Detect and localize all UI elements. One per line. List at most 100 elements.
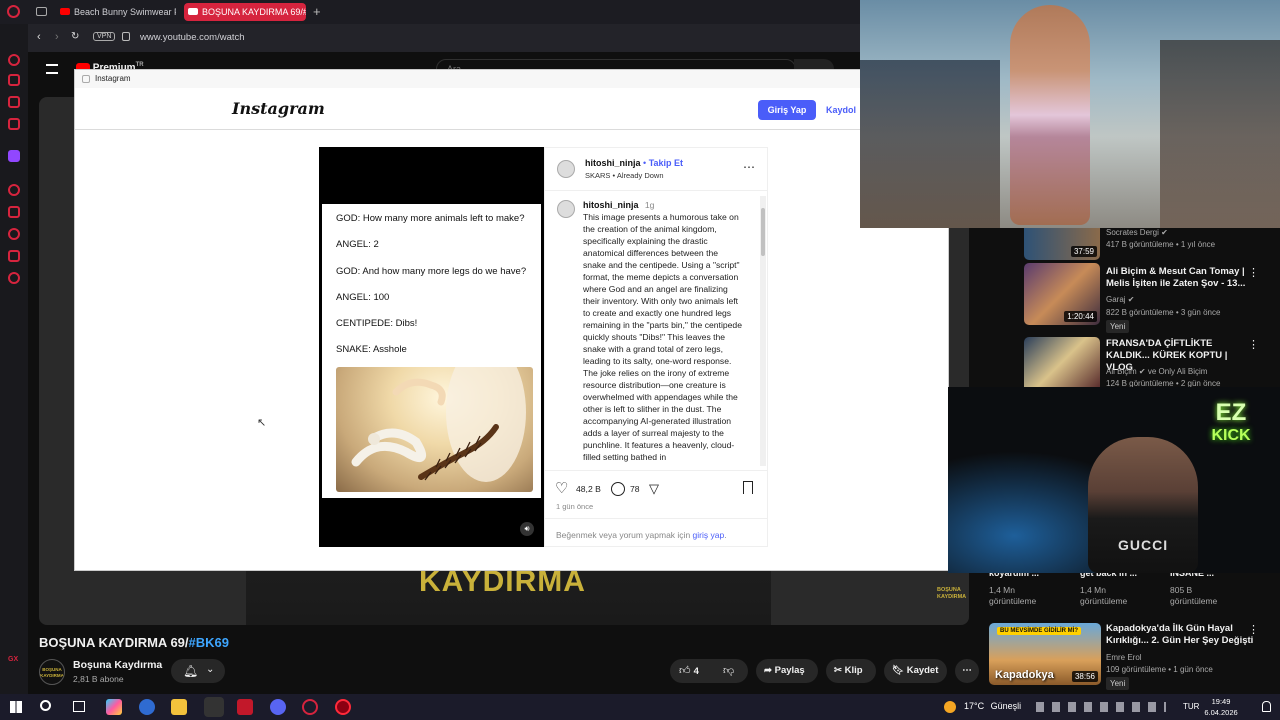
suggestion-channel[interactable]: Ali Biçim ✔ ve Only Ali Biçim bbox=[1106, 366, 1256, 377]
channel-name: Ali Biçim bbox=[1106, 367, 1137, 376]
suggestion-title[interactable]: Ali Biçim & Mesut Can Tomay | Melis İşit… bbox=[1106, 266, 1256, 290]
sidebar-history-icon[interactable] bbox=[8, 206, 20, 218]
channel-name[interactable]: Boşuna Kaydırma bbox=[73, 659, 162, 671]
runway-camera-overlay bbox=[860, 0, 1280, 228]
tab-bosuna-kaydirma[interactable]: BOŞUNA KAYDIRMA 69/# bbox=[184, 3, 306, 21]
sidebar-instagram-icon[interactable] bbox=[8, 118, 20, 130]
url-field[interactable]: www.youtube.com/watch bbox=[140, 32, 245, 43]
tray-icons[interactable] bbox=[1036, 702, 1166, 712]
sidebar-clock-icon[interactable] bbox=[8, 228, 20, 240]
suggestion-channel[interactable]: Socrates Dergi ✔ bbox=[1106, 227, 1256, 238]
dislike-button[interactable]: 👎︎ bbox=[723, 664, 734, 677]
suggestion-channel[interactable]: Emre Erol bbox=[1106, 652, 1256, 663]
suggestion-thumbnail[interactable]: 37:59 bbox=[1024, 226, 1100, 260]
new-badge: Yeni bbox=[1106, 677, 1256, 690]
discord-icon[interactable] bbox=[270, 699, 286, 715]
bookmark-icon[interactable] bbox=[743, 481, 753, 494]
save-button[interactable]: 🔖︎ Kaydet bbox=[884, 659, 947, 683]
vpn-badge[interactable]: VPN bbox=[93, 32, 116, 41]
ez-kick-badge: EZ KICK bbox=[1196, 399, 1266, 469]
short-view-label: görüntüleme bbox=[1080, 596, 1128, 606]
weather-icon bbox=[944, 701, 956, 713]
opera-taskbar-icon[interactable] bbox=[302, 699, 318, 715]
more-options-icon[interactable]: ⋮ bbox=[1248, 623, 1259, 636]
video-editor-icon[interactable] bbox=[237, 699, 253, 715]
forward-icon[interactable]: › bbox=[55, 31, 59, 43]
caption-author[interactable]: hitoshi_ninja bbox=[583, 200, 639, 210]
file-explorer-icon[interactable] bbox=[171, 699, 187, 715]
reload-icon[interactable]: ↻ bbox=[71, 31, 79, 42]
thumbnail-caption-top: BU MEVSİMDE GİDİLİR Mİ? bbox=[997, 627, 1081, 635]
post-time: 1 gün önce bbox=[556, 502, 594, 511]
new-tab-button[interactable]: + bbox=[313, 4, 321, 19]
sidebar-downloads-icon[interactable] bbox=[8, 250, 20, 262]
notifications-icon[interactable] bbox=[1262, 701, 1271, 712]
heart-icon[interactable]: ♡ bbox=[555, 479, 568, 497]
weather-widget[interactable]: 17°C Güneşli bbox=[964, 701, 1021, 711]
author-username[interactable]: hitoshi_ninja bbox=[585, 158, 641, 168]
windows-start-icon[interactable] bbox=[10, 701, 22, 713]
more-options-icon[interactable]: ⋮ bbox=[1248, 266, 1259, 279]
input-language[interactable]: TUR bbox=[1183, 702, 1199, 711]
task-view-icon[interactable] bbox=[73, 701, 85, 712]
scrollbar-thumb[interactable] bbox=[761, 208, 765, 256]
sidebar-messenger-icon[interactable] bbox=[8, 74, 20, 86]
youtube-icon bbox=[188, 8, 198, 15]
opera-menu-icon[interactable] bbox=[7, 5, 20, 18]
search-icon[interactable] bbox=[40, 700, 51, 711]
copilot-icon[interactable] bbox=[106, 699, 122, 715]
edge-icon[interactable] bbox=[139, 699, 155, 715]
signup-button[interactable]: Kaydol bbox=[826, 100, 856, 120]
suggestion-channel[interactable]: Garaj ✔ bbox=[1106, 294, 1256, 305]
share-icon[interactable]: ▽ bbox=[649, 481, 659, 497]
share-button[interactable]: ➦ Paylaş bbox=[756, 659, 818, 683]
lock-icon bbox=[122, 32, 130, 41]
weather-temp: 17°C bbox=[964, 701, 985, 711]
short-view-label: görüntüleme bbox=[1170, 596, 1218, 606]
clock[interactable]: 19:49 6.04.2026 bbox=[1200, 696, 1242, 718]
badge-line-1: EZ bbox=[1215, 399, 1247, 426]
suggestion-title[interactable]: Kapadokya'da İlk Gün Hayal Kırıklığı... … bbox=[1106, 623, 1256, 647]
post-caption: This image presents a humorous take on t… bbox=[583, 212, 742, 462]
menu-icon[interactable] bbox=[46, 64, 58, 74]
suggestion-thumbnail[interactable] bbox=[1024, 337, 1100, 387]
opera-gx-taskbar-icon[interactable] bbox=[204, 697, 224, 717]
video-hashtag-link[interactable]: #BK69 bbox=[189, 635, 229, 650]
suggestion-thumbnail[interactable]: 1:20:44 bbox=[1024, 263, 1100, 325]
thumbnail-caption-bottom: Kapadokya bbox=[995, 669, 1054, 681]
notification-bell-button[interactable]: 🔔︎ ⌄ bbox=[171, 659, 225, 683]
instagram-logo[interactable]: Instagram bbox=[232, 99, 325, 118]
opera-alt-taskbar-icon[interactable] bbox=[335, 699, 351, 715]
author-avatar[interactable] bbox=[557, 160, 575, 178]
author-avatar[interactable] bbox=[557, 200, 575, 218]
clip-button[interactable]: ✂ Klip bbox=[826, 659, 876, 683]
sidebar-twitch-icon[interactable] bbox=[8, 150, 20, 162]
sidebar-settings-icon[interactable] bbox=[8, 272, 20, 284]
login-prompt-link[interactable]: giriş yap bbox=[693, 530, 725, 540]
sidebar-gx-icon[interactable]: GX bbox=[8, 656, 18, 663]
scrollbar[interactable] bbox=[760, 196, 766, 466]
comment-icon[interactable] bbox=[611, 482, 625, 496]
opera-sidebar: GX bbox=[0, 24, 28, 694]
post-media[interactable]: GOD: How many more animals left to make?… bbox=[319, 147, 544, 547]
more-actions-button[interactable]: ⋯ bbox=[955, 659, 979, 683]
meme-line: CENTIPEDE: Dibs! bbox=[336, 318, 418, 329]
tab-beach-bunny[interactable]: Beach Bunny Swimwear Fa bbox=[56, 3, 176, 21]
channel-avatar[interactable]: BOŞUNA KAYDIRMA bbox=[39, 659, 65, 685]
more-options-icon[interactable]: ⋮ bbox=[1248, 338, 1259, 351]
caption-age: 1g bbox=[644, 200, 655, 210]
sidebar-player-icon[interactable] bbox=[8, 184, 20, 196]
sidebar-whatsapp-icon[interactable] bbox=[8, 96, 20, 108]
mute-icon[interactable]: 🔊︎ bbox=[520, 522, 534, 536]
tab-switcher-icon[interactable] bbox=[36, 7, 47, 16]
follow-link[interactable]: Takip Et bbox=[649, 158, 683, 168]
sidebar-ai-icon[interactable] bbox=[8, 54, 20, 66]
login-button[interactable]: Giriş Yap bbox=[758, 100, 816, 120]
more-options-icon[interactable]: ⋯ bbox=[743, 160, 755, 174]
login-prompt-suffix: . bbox=[724, 530, 727, 540]
clock-time: 19:49 bbox=[1211, 697, 1231, 706]
post-audio[interactable]: SKARS • Already Down bbox=[585, 171, 664, 180]
like-button[interactable]: 👍︎ 4 bbox=[679, 664, 699, 677]
back-icon[interactable]: ‹ bbox=[37, 31, 41, 43]
suggestion-thumbnail[interactable]: BU MEVSİMDE GİDİLİR Mİ? Kapadokya 38:56 bbox=[989, 623, 1101, 685]
